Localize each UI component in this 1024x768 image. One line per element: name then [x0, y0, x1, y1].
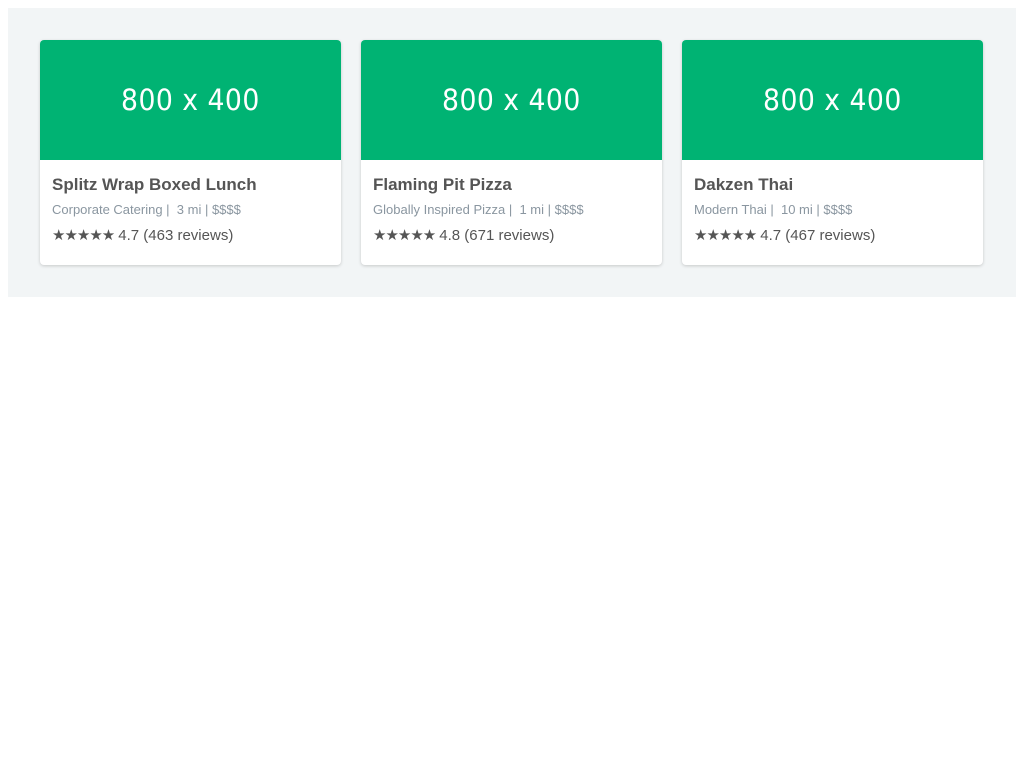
image-placeholder-text: 800 x 400: [442, 83, 581, 117]
rating-value: 4.8: [439, 227, 461, 244]
rating-value: 4.7: [760, 227, 782, 244]
restaurant-name[interactable]: Dakzen Thai: [694, 174, 971, 196]
restaurant-card-body: Flaming Pit Pizza Globally Inspired Pizz…: [361, 160, 662, 246]
restaurant-meta: Corporate Catering | 3 mi | $$$$: [52, 202, 241, 217]
restaurant-cuisine: Modern Thai: [694, 202, 767, 217]
restaurant-rating: ★★★★★ 4.7 (467 reviews): [694, 226, 971, 246]
restaurant-price: $$$$: [823, 202, 853, 217]
restaurant-card[interactable]: 800 x 400 Dakzen Thai Modern Thai | 10 m…: [682, 40, 983, 265]
restaurant-rating: ★★★★★ 4.7 (463 reviews): [52, 226, 329, 246]
restaurant-list-panel: 800 x 400 Splitz Wrap Boxed Lunch Corpor…: [8, 8, 1016, 297]
restaurant-image-placeholder[interactable]: 800 x 400: [40, 40, 341, 160]
restaurant-meta: Globally Inspired Pizza | 1 mi | $$$$: [373, 202, 584, 217]
restaurant-price: $$$$: [554, 202, 584, 217]
restaurant-image-placeholder[interactable]: 800 x 400: [361, 40, 662, 160]
rating-value: 4.7: [118, 227, 140, 244]
star-rating-icon: ★★★★★: [52, 227, 115, 244]
review-count: (671 reviews): [464, 227, 555, 244]
star-rating-icon: ★★★★★: [373, 227, 436, 244]
restaurant-rating: ★★★★★ 4.8 (671 reviews): [373, 226, 650, 246]
restaurant-distance: 10 mi: [780, 202, 813, 217]
restaurant-meta: Modern Thai | 10 mi | $$$$: [694, 202, 853, 217]
restaurant-card-list: 800 x 400 Splitz Wrap Boxed Lunch Corpor…: [40, 40, 983, 265]
restaurant-distance: 1 mi: [519, 202, 545, 217]
restaurant-cuisine: Globally Inspired Pizza: [373, 202, 506, 217]
image-placeholder-text: 800 x 400: [763, 83, 902, 117]
review-count: (463 reviews): [143, 227, 234, 244]
star-rating-icon: ★★★★★: [694, 227, 757, 244]
restaurant-name[interactable]: Splitz Wrap Boxed Lunch: [52, 174, 329, 196]
restaurant-distance: 3 mi: [176, 202, 202, 217]
restaurant-card[interactable]: 800 x 400 Flaming Pit Pizza Globally Ins…: [361, 40, 662, 265]
image-placeholder-text: 800 x 400: [121, 83, 260, 117]
restaurant-price: $$$$: [211, 202, 241, 217]
restaurant-card-body: Dakzen Thai Modern Thai | 10 mi | $$$$ ★…: [682, 160, 983, 246]
restaurant-card[interactable]: 800 x 400 Splitz Wrap Boxed Lunch Corpor…: [40, 40, 341, 265]
restaurant-card-body: Splitz Wrap Boxed Lunch Corporate Cateri…: [40, 160, 341, 246]
review-count: (467 reviews): [785, 227, 876, 244]
restaurant-cuisine: Corporate Catering: [52, 202, 163, 217]
restaurant-name[interactable]: Flaming Pit Pizza: [373, 174, 650, 196]
restaurant-image-placeholder[interactable]: 800 x 400: [682, 40, 983, 160]
